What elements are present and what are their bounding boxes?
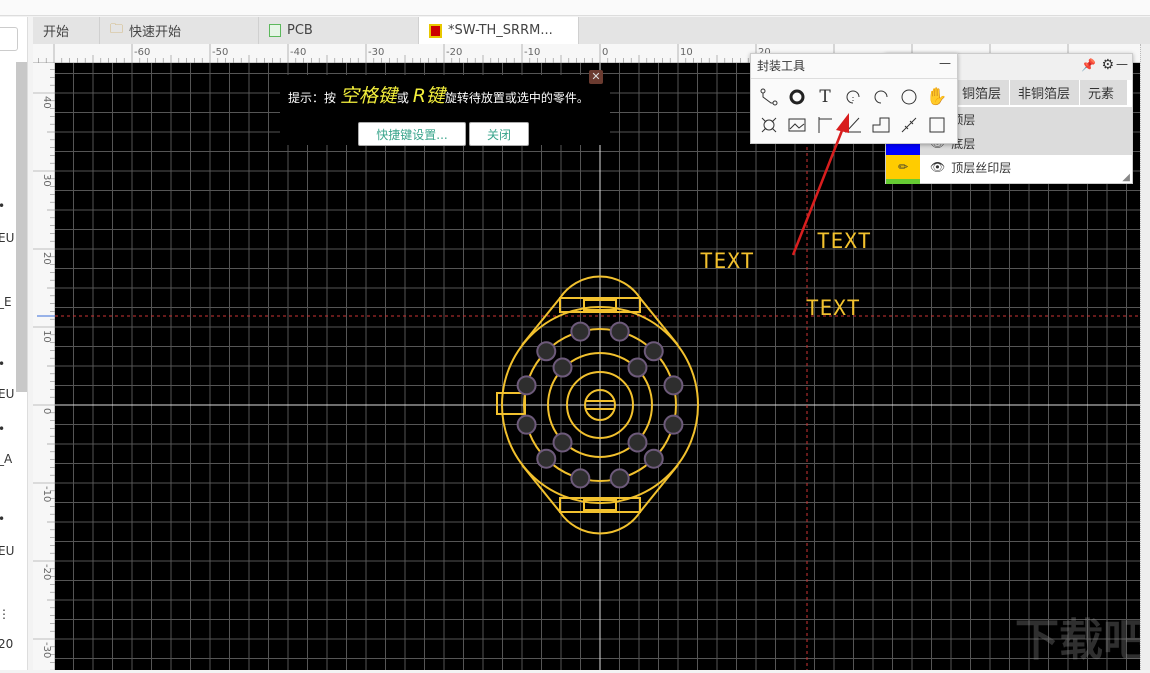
document-tabs: 开始 🗀 快速开始 PCB *SW-TH_SRRM...: [33, 17, 1150, 44]
tab-footprint[interactable]: *SW-TH_SRRM...: [419, 17, 579, 44]
image-icon[interactable]: [783, 111, 811, 139]
pad-icon[interactable]: [783, 83, 811, 111]
hint-popup: 提示：按 空格键或 R键旋转待放置或选中的零件。 ✕ 快捷键设置... 关闭: [280, 70, 610, 146]
tab-quick-start[interactable]: 🗀 快速开始: [100, 17, 259, 44]
circle-icon[interactable]: [895, 83, 923, 111]
hint-text: 或: [396, 91, 409, 105]
tab-start[interactable]: 开始: [33, 17, 100, 44]
sidebar-scrollbar[interactable]: [16, 62, 27, 392]
hint-close-icon[interactable]: ✕: [589, 70, 603, 84]
via-icon[interactable]: [755, 111, 783, 139]
ruler-label: -60: [134, 47, 150, 58]
hand-icon[interactable]: ✋: [923, 83, 951, 111]
bullet: •: [0, 199, 5, 213]
close-hint-button[interactable]: 关闭: [469, 122, 529, 146]
text-icon[interactable]: T: [811, 83, 839, 111]
sidebar-item[interactable]: EU: [0, 231, 14, 245]
shortcut-settings-button[interactable]: 快捷键设置...: [358, 122, 466, 146]
pin-icon[interactable]: 📌: [1081, 58, 1096, 72]
ruler-label: 10: [680, 47, 693, 58]
more-icon: ⋮: [0, 607, 10, 621]
track-icon[interactable]: [755, 83, 783, 111]
layer-row-top-silk[interactable]: ✏ 👁 顶层丝印层: [886, 155, 1132, 179]
pcb-icon: [269, 24, 281, 37]
ruler-label: 10: [41, 330, 52, 343]
folder-icon: 🗀: [110, 21, 124, 37]
pencil-icon: ✏: [886, 155, 920, 179]
ruler-label: -10: [524, 47, 540, 58]
left-sidebar: • EU _E • EU • _A • EU ⋮ 20: [0, 17, 28, 670]
ruler-label: -20: [446, 47, 462, 58]
watermark: 下载吧: [1015, 615, 1140, 666]
top-toolbar: [0, 0, 1150, 16]
sidebar-item[interactable]: EU: [0, 387, 14, 401]
ruler-label: 0: [602, 47, 608, 58]
hint-text: 旋转待放置或选中的零件。: [444, 91, 589, 105]
ruler-label: 0: [41, 408, 52, 414]
sidebar-item[interactable]: _E: [0, 295, 12, 309]
resize-handle[interactable]: ◢: [1122, 172, 1130, 183]
ruler-label: -20: [41, 564, 52, 580]
dimension-icon[interactable]: [811, 111, 839, 139]
footprint-icon: [429, 23, 442, 38]
ruler-label: 40: [41, 96, 52, 109]
bullet: •: [0, 357, 5, 371]
polygon-icon[interactable]: [867, 111, 895, 139]
rectangle-icon[interactable]: [923, 111, 951, 139]
ruler-label: -40: [290, 47, 306, 58]
hint-key-r: R键: [412, 85, 445, 107]
ruler-label: -30: [368, 47, 384, 58]
sidebar-item[interactable]: 20: [0, 637, 13, 651]
tab-elements[interactable]: 元素: [1080, 80, 1128, 105]
footprint-tools-panel: 封装工具 — T ✋: [750, 53, 958, 144]
bullet: •: [0, 512, 5, 526]
ruler-vertical: 40 30 20 10 0 -10 -20 -30: [33, 61, 55, 671]
panel-title: 封装工具: [757, 59, 806, 73]
ruler-label: 20: [41, 252, 52, 265]
sidebar-input[interactable]: [0, 27, 18, 51]
sidebar-item[interactable]: _A: [0, 452, 12, 466]
arc-icon[interactable]: [867, 83, 895, 111]
ruler-label: 30: [41, 174, 52, 187]
angle-icon[interactable]: [839, 111, 867, 139]
tab-non-copper-layers[interactable]: 非铜箔层: [1010, 80, 1080, 105]
eye-icon[interactable]: 👁: [930, 160, 945, 174]
tab-pcb[interactable]: PCB: [259, 17, 419, 44]
bullet: •: [0, 422, 5, 436]
sidebar-item[interactable]: EU: [0, 544, 14, 558]
ruler-label: -50: [212, 47, 228, 58]
ruler-label: -10: [41, 486, 52, 502]
svg-text:下载吧: 下载吧: [1015, 615, 1140, 666]
minimize-icon[interactable]: —: [1116, 57, 1128, 71]
right-panel-toggle[interactable]: [1140, 44, 1150, 670]
arc-center-icon[interactable]: [839, 83, 867, 111]
hint-text: 提示：按: [288, 91, 337, 105]
ruler-label: -30: [41, 642, 52, 658]
minimize-icon[interactable]: —: [939, 56, 951, 70]
hint-key-space: 空格键: [339, 85, 397, 107]
measure-icon[interactable]: [895, 111, 923, 139]
layer-row[interactable]: [886, 179, 1132, 184]
gear-icon[interactable]: ⚙: [1101, 57, 1114, 73]
